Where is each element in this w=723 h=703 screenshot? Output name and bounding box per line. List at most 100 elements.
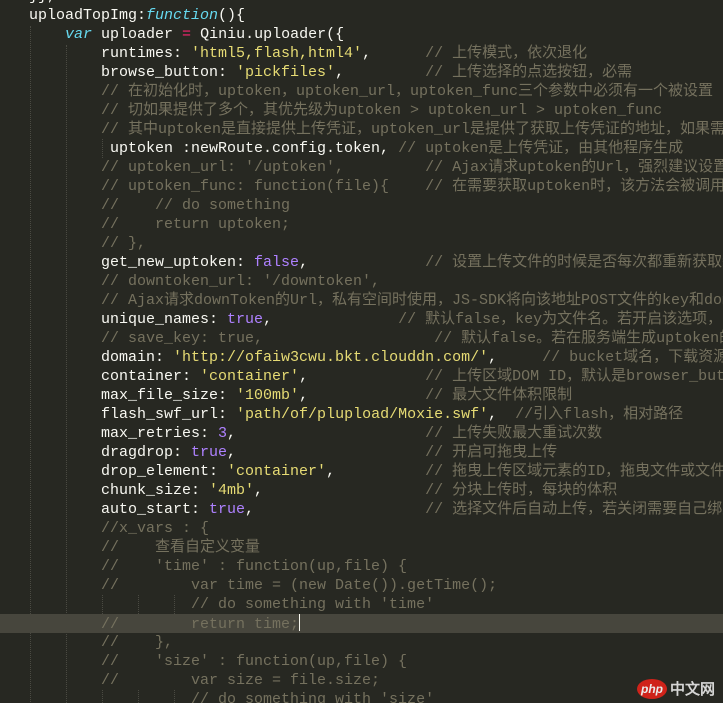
code-text: uploader bbox=[92, 26, 183, 43]
code-text: drop_element: bbox=[29, 463, 228, 480]
code-line[interactable]: auto_start: true, // 选择文件后自动上传，若关闭需要自己绑定… bbox=[29, 500, 723, 519]
comment: // bucket域名，下载资源时用 bbox=[542, 349, 723, 366]
code-line[interactable]: // downtoken_url: '/downtoken', bbox=[29, 272, 723, 291]
code-text: , bbox=[263, 311, 399, 328]
comment: // 最大文件体积限制 bbox=[425, 387, 573, 404]
indent-guide bbox=[102, 690, 103, 703]
code-line[interactable]: get_new_uptoken: false, // 设置上传文件的时候是否每次… bbox=[29, 253, 723, 272]
constant: false bbox=[254, 254, 300, 271]
string-literal: 'container' bbox=[200, 368, 300, 385]
code-line[interactable]: uploadTopImg:function(){ bbox=[29, 6, 723, 25]
code-line[interactable]: flash_swf_url: 'path/of/plupload/Moxie.s… bbox=[29, 405, 723, 424]
code-line[interactable]: max_retries: 3, // 上传失败最大重试次数 bbox=[29, 424, 723, 443]
keyword: function bbox=[146, 7, 219, 24]
keyword: var bbox=[65, 26, 93, 43]
indent-guide bbox=[138, 690, 139, 703]
code-line[interactable]: browse_button: 'pickfiles', // 上传选择的点选按钮… bbox=[29, 63, 723, 82]
code-line[interactable]: // Ajax请求downToken的Url，私有空间时使用，JS-SDK将向该… bbox=[29, 291, 723, 310]
comment: //x_vars : { bbox=[29, 520, 210, 537]
code-line[interactable]: // 在初始化时，uptoken，uptoken_url，uptoken_fun… bbox=[29, 82, 723, 101]
code-line[interactable]: // 'time' : function(up,file) { bbox=[29, 557, 723, 576]
code-line[interactable]: // 查看自定义变量 bbox=[29, 538, 723, 557]
code-line[interactable]: dragdrop: true, // 开启可拖曳上传 bbox=[29, 443, 723, 462]
code-line[interactable]: uptoken :newRoute.config.token, // uptok… bbox=[29, 139, 723, 158]
comment: // 选择文件后自动上传，若关闭需要自己绑定事件触发 bbox=[425, 501, 723, 518]
comment: // return time; bbox=[29, 616, 300, 633]
comment: // 默认false，key为文件名。若开启该选项，JS-SDK bbox=[398, 311, 723, 328]
code-line[interactable]: domain: 'http://ofaiw3cwu.bkt.clouddn.co… bbox=[29, 348, 723, 367]
comment: // uptoken_func: function(file){ // 在需要获… bbox=[29, 178, 723, 195]
code-text: max_retries: bbox=[29, 425, 219, 442]
code-line[interactable]: // do something with 'time' bbox=[29, 595, 723, 614]
comment: // do something with 'size' bbox=[29, 691, 435, 703]
comment: // 开启可拖曳上传 bbox=[425, 444, 558, 461]
comment: //引入flash，相对路径 bbox=[515, 406, 684, 423]
code-line[interactable]: max_file_size: '100mb', // 最大文件体积限制 bbox=[29, 386, 723, 405]
comment: // 在初始化时，uptoken，uptoken_url，uptoken_fun… bbox=[29, 83, 714, 100]
code-text: , bbox=[362, 45, 426, 62]
indent-guide bbox=[174, 595, 175, 614]
code-text: , bbox=[254, 482, 426, 499]
comment: // 'size' : function(up,file) { bbox=[29, 653, 408, 670]
comment: // downtoken_url: '/downtoken', bbox=[29, 273, 381, 290]
code-line[interactable]: // }, bbox=[29, 633, 723, 652]
site-watermark: php 中文网 bbox=[636, 678, 715, 699]
code-lines[interactable]: }},uploadTopImg:function(){ var uploader… bbox=[0, 0, 723, 703]
code-line[interactable]: // return uptoken; bbox=[29, 215, 723, 234]
code-text: , bbox=[227, 425, 426, 442]
code-text: auto_start: bbox=[29, 501, 210, 518]
indent-guide bbox=[102, 139, 103, 158]
indent-guide bbox=[138, 595, 139, 614]
code-line[interactable]: // uptoken_func: function(file){ // 在需要获… bbox=[29, 177, 723, 196]
comment: // 上传失败最大重试次数 bbox=[425, 425, 603, 442]
string-literal: 'container' bbox=[227, 463, 327, 480]
code-line[interactable]: // uptoken_url: '/uptoken', // Ajax请求upt… bbox=[29, 158, 723, 177]
code-text: max_file_size: bbox=[29, 387, 237, 404]
code-text: }}, bbox=[29, 0, 56, 5]
code-text: , bbox=[227, 444, 426, 461]
code-line[interactable]: // var size = file.size; bbox=[29, 671, 723, 690]
code-text: domain: bbox=[29, 349, 174, 366]
code-line[interactable]: // 切如果提供了多个，其优先级为uptoken > uptoken_url >… bbox=[29, 101, 723, 120]
code-line[interactable]: drop_element: 'container', // 拖曳上传区域元素的I… bbox=[29, 462, 723, 481]
code-text: browse_button: bbox=[29, 64, 237, 81]
code-line[interactable]: //x_vars : { bbox=[29, 519, 723, 538]
code-line-current[interactable]: // return time; bbox=[0, 614, 723, 633]
code-line[interactable]: container: 'container', // 上传区域DOM ID，默认… bbox=[29, 367, 723, 386]
code-line[interactable]: // var time = (new Date()).getTime(); bbox=[29, 576, 723, 595]
code-line[interactable]: // save_key: true, // 默认false。若在服务端生成upt… bbox=[29, 329, 723, 348]
constant: 3 bbox=[218, 425, 228, 442]
code-text: dragdrop: bbox=[29, 444, 192, 461]
code-editor[interactable]: }},uploadTopImg:function(){ var uploader… bbox=[0, 0, 723, 703]
comment: // var size = file.size; bbox=[29, 672, 381, 689]
comment: // 上传区域DOM ID，默认是browser_button bbox=[425, 368, 723, 385]
comment: // }, bbox=[29, 235, 147, 252]
code-text: Qiniu.uploader({ bbox=[191, 26, 345, 43]
code-text: , bbox=[326, 463, 426, 480]
code-line[interactable]: // 其中uptoken是直接提供上传凭证，uptoken_url是提供了获取上… bbox=[29, 120, 723, 139]
comment: // uptoken是上传凭证，由其他程序生成 bbox=[398, 140, 684, 157]
comment: // 上传模式，依次退化 bbox=[425, 45, 588, 62]
constant: true bbox=[191, 444, 228, 461]
code-line[interactable]: // do something with 'size' bbox=[29, 690, 723, 703]
code-line[interactable]: // 'size' : function(up,file) { bbox=[29, 652, 723, 671]
text-cursor bbox=[299, 614, 301, 631]
string-literal: 'path/of/plupload/Moxie.swf' bbox=[236, 406, 489, 423]
indent-guide bbox=[174, 690, 175, 703]
code-line[interactable]: // }, bbox=[29, 234, 723, 253]
code-text: runtimes: bbox=[29, 45, 192, 62]
comment: // 设置上传文件的时候是否每次都重新获取新的uptok bbox=[425, 254, 723, 271]
code-line[interactable]: chunk_size: '4mb', // 分块上传时，每块的体积 bbox=[29, 481, 723, 500]
string-literal: 'html5,flash,html4' bbox=[191, 45, 363, 62]
code-text: chunk_size: bbox=[29, 482, 210, 499]
comment: // return uptoken; bbox=[29, 216, 291, 233]
code-text: , bbox=[299, 368, 426, 385]
code-line[interactable]: unique_names: true, // 默认false，key为文件名。若… bbox=[29, 310, 723, 329]
code-text: , bbox=[488, 349, 543, 366]
comment: // 上传选择的点选按钮，必需 bbox=[425, 64, 633, 81]
code-line[interactable]: // // do something bbox=[29, 196, 723, 215]
code-line[interactable]: runtimes: 'html5,flash,html4', // 上传模式，依… bbox=[29, 44, 723, 63]
code-line[interactable]: var uploader = Qiniu.uploader({ bbox=[29, 25, 723, 44]
comment: // }, bbox=[29, 634, 174, 651]
code-text: unique_names: bbox=[29, 311, 228, 328]
